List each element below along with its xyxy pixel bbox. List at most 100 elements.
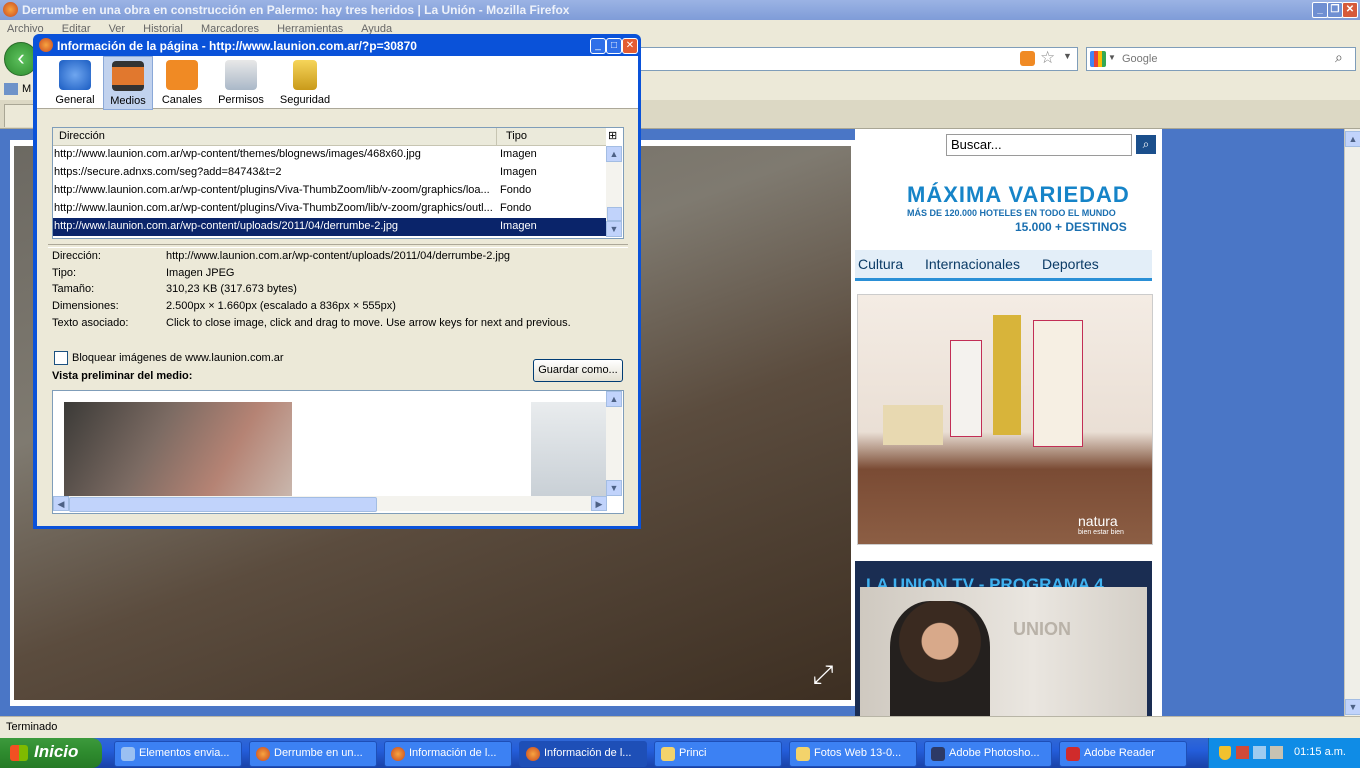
site-search-input[interactable]: Buscar... [946,134,1132,156]
preview-scroll-right-arrow[interactable]: ▶ [591,496,607,511]
splitter[interactable] [48,244,628,248]
preview-scroll-thumb[interactable] [69,497,377,512]
restore-icon[interactable]: ❐ [1327,2,1343,18]
tv-video-widget[interactable]: LA UNION TV - PROGRAMA 4 UNION [855,561,1152,716]
photoshop-icon [931,747,945,761]
star-bookmark-icon[interactable]: ☆ [1040,48,1055,68]
scroll-down-arrow[interactable]: ▼ [1345,699,1360,715]
detail-type-value: Imagen JPEG [166,267,235,279]
soap-bars [883,405,943,445]
taskbar-item-page-info[interactable]: Información de l... [384,741,512,767]
url-dropdown-icon[interactable]: ▼ [1063,51,1072,61]
page-scrollbar[interactable]: ▲ ▼ [1344,129,1360,716]
column-header-address[interactable]: Dirección [59,130,105,142]
ad-headline: MÁXIMA VARIEDAD [907,182,1130,207]
detail-address-label: Dirección: [52,250,101,262]
shield-icon[interactable] [1219,746,1231,760]
presenter [890,601,990,716]
media-row[interactable]: http://www.launion.com.ar/wp-content/the… [53,146,606,164]
ad-subline: MÁS DE 120.000 HOTELES EN TODO EL MUNDO [907,208,1116,218]
scroll-up-arrow[interactable]: ▲ [1345,131,1360,147]
search-engine-dropdown-icon[interactable]: ▼ [1108,53,1116,62]
taskbar-item-photoshop[interactable]: Adobe Photosho... [924,741,1052,767]
browser-tab[interactable] [4,104,34,127]
google-icon[interactable] [1090,51,1106,67]
start-button[interactable]: Inicio [0,738,102,768]
natura-tagline: bien estar bien [1078,529,1124,536]
close-icon[interactable]: ✕ [1342,2,1358,18]
taskbar-item-page-info-active[interactable]: Información de l... [519,741,647,767]
media-row[interactable]: http://www.launion.com.ar/wp-content/plu… [53,182,606,200]
media-list-scrollbar[interactable]: ▲ ▼ [606,146,622,237]
detail-alt-value: Click to close image, click and drag to … [166,317,571,329]
system-tray: 01:15 a.m. [1208,738,1360,768]
magnifier-icon[interactable]: ⌕ [1335,49,1343,66]
natura-ad[interactable]: natura bien estar bien [857,294,1153,545]
media-row[interactable]: https://secure.adnxs.com/seg?add=84743&t… [53,164,606,182]
preview-heading: Vista preliminar del medio: [52,370,193,382]
bookmark-item[interactable]: M [22,83,31,95]
detail-address-value: http://www.launion.com.ar/wp-content/upl… [166,250,511,262]
tab-general[interactable]: General [50,56,100,108]
hotel-ad-banner[interactable]: MÁXIMA VARIEDAD MÁS DE 120.000 HOTELES E… [855,179,1142,239]
save-as-button[interactable]: Guardar como... [533,359,623,382]
clock[interactable]: 01:15 a.m. [1294,746,1346,758]
column-header-type[interactable]: Tipo [506,130,527,142]
preview-scroll-down-arrow[interactable]: ▼ [606,480,622,496]
taskbar-item-outlook[interactable]: Elementos envia... [114,741,242,767]
expand-icon[interactable]: ⤢ [807,658,839,690]
taskbar-item-adobe-reader[interactable]: Adobe Reader [1059,741,1187,767]
preview-scroll-left-arrow[interactable]: ◀ [53,496,69,511]
minimize-icon[interactable]: _ [1312,2,1328,18]
block-images-label[interactable]: Bloquear imágenes de www.launion.com.ar [72,352,284,364]
email-icon [121,747,135,761]
nav-internacionales[interactable]: Internacionales [925,256,1020,272]
dialog-maximize-icon[interactable]: □ [606,38,622,54]
column-picker-icon[interactable]: ⊞ [608,129,617,142]
status-bar: Terminado [0,716,1360,739]
info-icon [59,60,91,90]
media-row-selected[interactable]: http://www.launion.com.ar/wp-content/upl… [53,218,606,236]
detail-dims-value: 2.500px × 1.660px (escalado a 836px × 55… [166,300,396,312]
pdf-icon [1066,747,1080,761]
taskbar-item-firefox[interactable]: Derrumbe en un... [249,741,377,767]
network-icon[interactable] [1253,746,1266,759]
tools-icon[interactable] [1270,746,1283,759]
media-list-header: Dirección Tipo ⊞ [53,128,617,146]
dialog-minimize-icon[interactable]: _ [590,38,606,54]
taskbar-item-folder-fotos[interactable]: Fotos Web 13-0... [789,741,917,767]
folder-icon [661,747,675,761]
window-title: Derrumbe en una obra en construcción en … [22,3,570,17]
firefox-titlebar: Derrumbe en una obra en construcción en … [0,0,1360,20]
site-search-button[interactable]: ⌕ [1136,135,1156,154]
preview-vscrollbar[interactable]: ▲ ▼ [606,391,622,496]
preview-image-edge [531,402,606,496]
block-images-checkbox[interactable] [54,351,68,365]
rss-feed-icon[interactable] [1020,51,1035,66]
category-nav: Cultura Internacionales Deportes [855,250,1152,281]
taskbar-item-folder-princi[interactable]: Princi [654,741,782,767]
dialog-titlebar: Información de la página - http://www.la… [35,36,639,56]
firefox-icon [526,747,540,761]
list-scroll-up-arrow[interactable]: ▲ [606,146,622,162]
dialog-close-icon[interactable]: ✕ [622,38,638,54]
tab-seguridad[interactable]: Seguridad [277,56,333,108]
list-scroll-thumb[interactable] [607,207,622,221]
tv-sign: UNION [1013,619,1071,639]
permissions-icon [225,60,257,90]
list-scroll-down-arrow[interactable]: ▼ [606,221,622,237]
preview-scroll-up-arrow[interactable]: ▲ [606,391,622,407]
media-row[interactable]: http://www.launion.com.ar/wp-content/plu… [53,200,606,218]
search-input[interactable]: Google [1122,53,1157,65]
tab-canales[interactable]: Canales [157,56,207,108]
security-icon[interactable] [1236,746,1249,759]
dialog-title: Información de la página - http://www.la… [57,39,417,53]
folder-icon [796,747,810,761]
nav-deportes[interactable]: Deportes [1042,256,1099,272]
search-engine-box[interactable]: ▼ Google ⌕ [1086,47,1356,71]
tab-permisos[interactable]: Permisos [215,56,267,108]
detail-size-label: Tamaño: [52,283,95,295]
url-bar[interactable]: ☆ ▼ [640,47,1078,71]
nav-cultura[interactable]: Cultura [858,256,903,272]
tab-medios[interactable]: Medios [103,56,153,110]
